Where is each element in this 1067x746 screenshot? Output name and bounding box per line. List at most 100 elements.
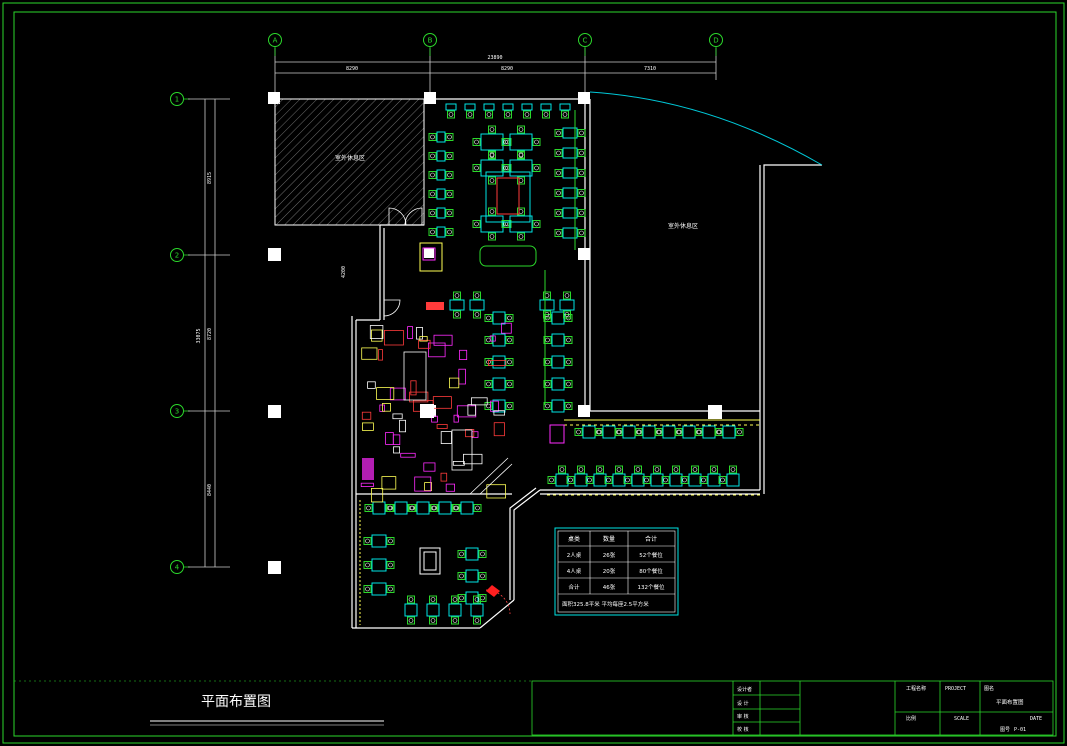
dining-table [465,591,479,605]
chair [596,465,604,474]
kitchen-equipment [407,326,414,339]
title-block [531,680,1054,736]
chair [457,550,466,558]
chair [577,149,586,157]
kitchen-equipment [381,476,397,490]
dining-table [470,603,484,617]
chair [447,110,455,119]
legend-header: 合计 [645,535,657,543]
tb-label-designer: 设计者 [737,686,752,693]
dim-left-2: 8720 [207,328,213,340]
chair [428,190,437,198]
chair [672,465,680,474]
kitchen-equipment [440,472,448,482]
grid-label-col: B [428,37,433,45]
kitchen-equipment [493,422,505,437]
dining-table [612,473,626,487]
kitchen-equipment [393,446,400,454]
tb-drawing-label: 图名 [984,685,994,692]
chair [428,171,437,179]
chair [473,504,482,512]
grid-label-col: C [583,37,588,45]
chair [445,171,454,179]
drawing-title: 平面布置图 [201,694,271,710]
chair [691,465,699,474]
dining-table [465,547,479,561]
dining-table [416,501,430,515]
tb-scale-label: 比例 [906,715,916,722]
dining-table [445,103,457,111]
row-grid-bubbles: 1 2 3 4 [170,92,190,574]
dim-corridor: 4200 [341,266,347,278]
chair [615,465,623,474]
kitchen-equipment [399,419,406,433]
chair [466,110,474,119]
dining-table [436,169,446,181]
dining-table [631,473,645,487]
dining-table [602,425,616,439]
kitchen-equipment [432,396,452,409]
chair [577,189,586,197]
chair [577,229,586,237]
tb-drawing-value: 平面布置图 [996,698,1024,706]
chair [445,228,454,236]
dining-table [449,299,465,311]
chair [428,133,437,141]
dining-table [394,501,408,515]
chair [653,465,661,474]
dim-top-2: 8290 [501,66,513,72]
kitchen-equipment [392,434,401,445]
kitchen-equipment [440,431,452,445]
chair [407,595,415,604]
chair [473,291,481,300]
dining-table [551,311,565,325]
chair [488,125,496,134]
kitchen-equipment [433,334,453,346]
chair [386,537,395,545]
kitchen-equipment [453,414,459,423]
chair [564,336,573,344]
chair [564,358,573,366]
tb-scale-value: SCALE [954,716,969,722]
chair [364,504,373,512]
chair [488,176,496,185]
legend-note: 面积325.8平米 平均每座2.5平方米 [562,600,649,608]
dining-table [492,311,506,325]
chair [505,380,514,388]
kitchen-equipment [459,349,468,360]
dim-left-1: 8915 [207,172,213,184]
dining-table [404,603,418,617]
cad-drawing-canvas: ABCD 1234 室外休息区 室外休息区 桌类 数量 合计2人桌 26张 52… [2,2,1065,744]
dining-table [465,569,479,583]
chair [577,169,586,177]
dining-table [438,501,452,515]
chair [563,291,571,300]
tb-sheet-value: P-01 [1014,727,1026,733]
dining-table [593,473,607,487]
chair [484,314,493,322]
chair [554,189,563,197]
kitchen-equipment [400,452,416,458]
legend-cell: 20张 [603,567,616,575]
dim-top-total: 23890 [487,55,502,61]
dining-table [539,299,555,311]
dining-table [650,473,664,487]
left-outdoor-area [274,98,425,226]
chair [554,229,563,237]
chair [428,152,437,160]
chair [504,110,512,119]
tb-label-check: 校 核 [737,726,749,733]
dining-table [688,473,702,487]
dining-table [555,473,569,487]
legend-cell: 合计 [568,583,580,591]
dining-table [492,377,506,391]
kitchen-equipment [376,387,395,400]
kitchen-equipment [392,413,403,420]
dining-table [509,133,533,151]
chair [457,594,466,602]
chair [554,169,563,177]
tb-project-label: 工程名称 [906,685,926,692]
kitchen-equipment [458,368,466,385]
right-room-label: 室外休息区 [668,222,698,230]
dining-table [622,425,636,439]
